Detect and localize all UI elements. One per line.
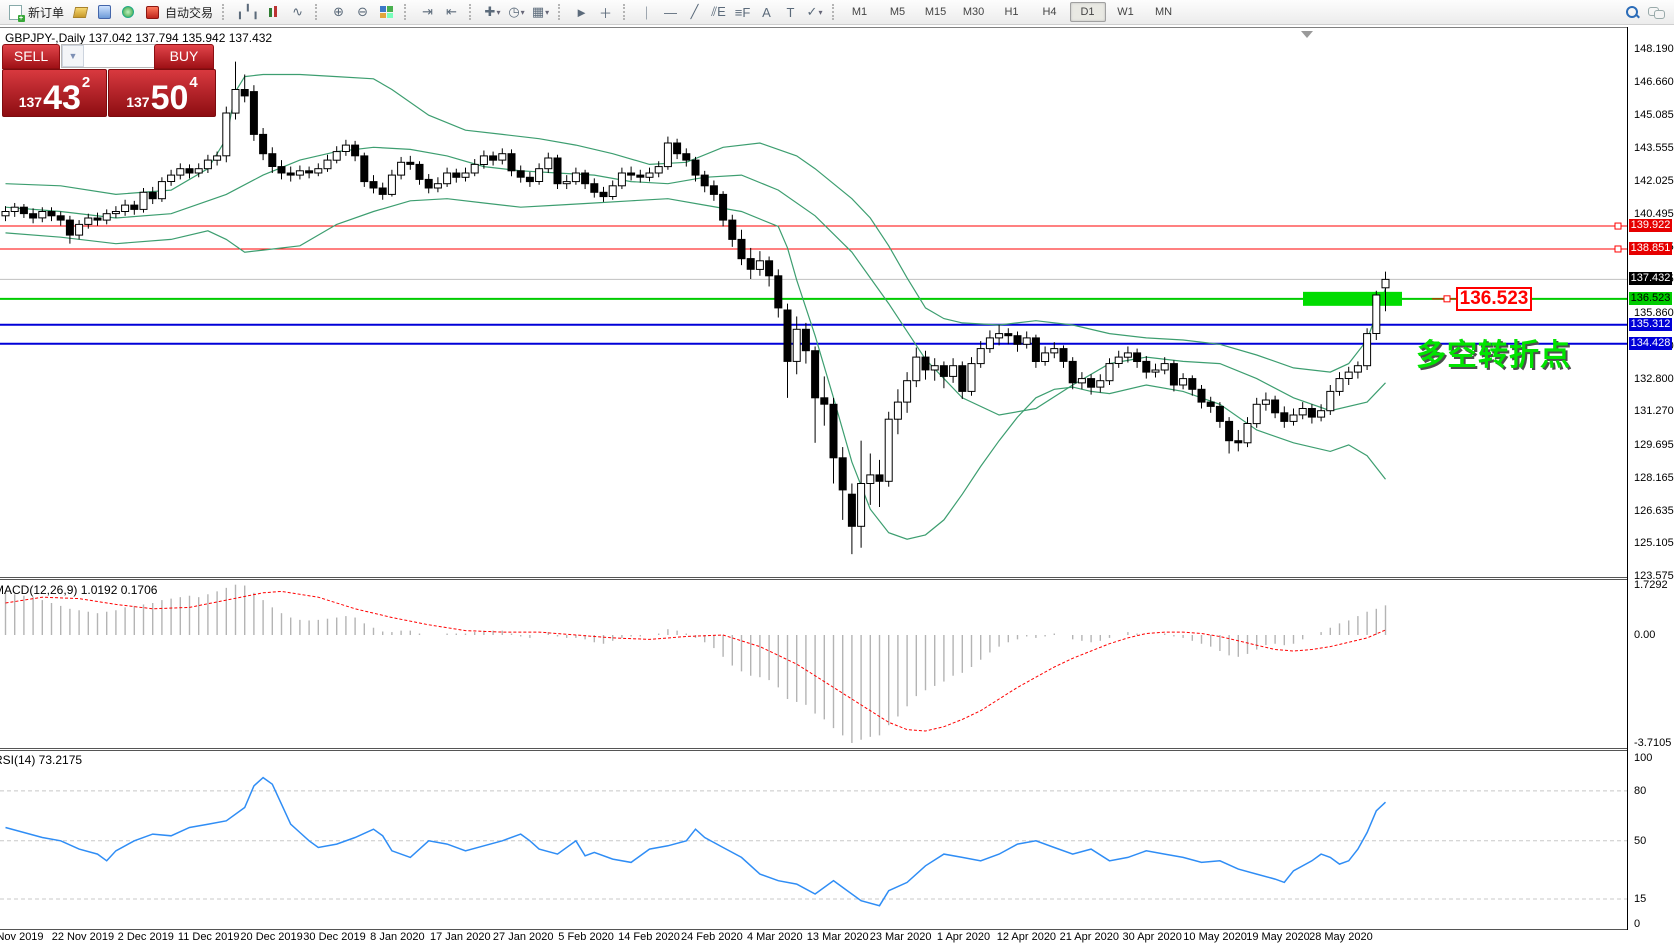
price-badge: 136.523 — [1629, 292, 1672, 305]
sell-price-display[interactable]: 137432 — [2, 69, 107, 117]
rsi-axis-tick: 50 — [1634, 835, 1646, 847]
date-axis-label: 1 Apr 2020 — [937, 931, 990, 943]
date-axis-label: 17 Jan 2020 — [430, 931, 491, 943]
rsi-pane-label: RSI(14) 73.2175 — [0, 753, 82, 767]
date-axis-label: 21 Apr 2020 — [1060, 931, 1119, 943]
one-click-trading-panel: SELL ▼ 1.00 ▲ BUY 137432 137504 — [2, 44, 214, 112]
date-axis-label: 8 Jan 2020 — [370, 931, 424, 943]
rsi-axis-tick: 15 — [1634, 893, 1646, 905]
buy-price-figure: 137 — [126, 94, 149, 110]
date-axis-label: 5 Feb 2020 — [558, 931, 614, 943]
rsi-axis-tick: 80 — [1634, 785, 1646, 797]
date-axis-label: Nov 2019 — [0, 931, 44, 943]
mt4-window: +新订单自动交易╻╹╻∿⊕⊖⇥⇤✚▾◷▾▦▾►＋｜—╱⫽E≡FAT✓▾ M1M5… — [0, 0, 1674, 944]
price-axis-tick: 148.190 — [1634, 43, 1674, 55]
date-axis-label: 12 Apr 2020 — [997, 931, 1056, 943]
date-axis-label: 19 May 2020 — [1246, 931, 1310, 943]
price-axis-tick: 126.635 — [1634, 505, 1674, 517]
price-badge: 138.851 — [1629, 242, 1672, 255]
buy-button[interactable]: BUY — [154, 44, 214, 69]
macd-axis-tick: -3.7105 — [1634, 737, 1671, 749]
date-axis-label: 10 May 2020 — [1183, 931, 1247, 943]
macd-axis-tick: 0.00 — [1634, 629, 1655, 641]
price-badge: 139.922 — [1629, 219, 1672, 232]
date-axis-label: 30 Apr 2020 — [1123, 931, 1182, 943]
date-axis-label: 13 Mar 2020 — [807, 931, 869, 943]
price-axis-tick: 146.660 — [1634, 76, 1674, 88]
date-axis-label: 11 Dec 2019 — [178, 931, 240, 943]
price-badge: 134.428 — [1629, 337, 1672, 350]
date-axis-label: 4 Mar 2020 — [747, 931, 803, 943]
price-axis-tick: 145.085 — [1634, 109, 1674, 121]
date-axis-label: 14 Feb 2020 — [618, 931, 680, 943]
buy-price-display[interactable]: 137504 — [108, 69, 216, 117]
price-axis-tick: 132.800 — [1634, 373, 1674, 385]
price-axis-tick: 128.165 — [1634, 472, 1674, 484]
price-axis-tick: 129.695 — [1634, 439, 1674, 451]
price-axis-tick: 131.270 — [1634, 405, 1674, 417]
volume-decrease-button[interactable]: ▼ — [62, 45, 84, 67]
date-axis-label: 23 Mar 2020 — [870, 931, 932, 943]
date-axis-label: 27 Jan 2020 — [493, 931, 554, 943]
price-badge: 135.312 — [1629, 318, 1672, 331]
chart-canvas[interactable] — [0, 0, 1674, 944]
turning-point-annotation[interactable]: 多空转折点 — [1416, 330, 1571, 374]
rsi-axis-tick: 0 — [1634, 918, 1640, 930]
date-axis-label: 28 May 2020 — [1309, 931, 1373, 943]
price-axis[interactable]: 148.190 146.660 145.085 143.555 142.025 140.4… — [1628, 27, 1674, 944]
date-axis[interactable]: Nov 2019 22 Nov 2019 2 Dec 2019 11 Dec 2019… — [0, 930, 1628, 944]
sell-price-figure: 137 — [19, 94, 42, 110]
macd-pane-label: MACD(12,26,9) 1.0192 0.1706 — [0, 583, 157, 597]
date-axis-label: 20 Dec 2019 — [240, 931, 302, 943]
rsi-axis-tick: 100 — [1634, 752, 1652, 764]
price-label-annotation[interactable]: 136.523 — [1456, 287, 1532, 311]
date-axis-label: 24 Feb 2020 — [681, 931, 743, 943]
date-axis-label: 2 Dec 2019 — [118, 931, 174, 943]
date-axis-label: 22 Nov 2019 — [52, 931, 114, 943]
symbol-header: GBPJPY-,Daily 137.042 137.794 135.942 13… — [5, 31, 272, 45]
price-badge: 137.432 — [1629, 272, 1672, 285]
price-axis-tick: 125.105 — [1634, 537, 1674, 549]
price-axis-tick: 143.555 — [1634, 142, 1674, 154]
sell-button[interactable]: SELL — [2, 44, 60, 69]
date-axis-label: 30 Dec 2019 — [303, 931, 365, 943]
macd-axis-tick: 1.7292 — [1634, 579, 1668, 591]
price-axis-tick: 140.495 — [1634, 208, 1674, 220]
price-axis-tick: 142.025 — [1634, 175, 1674, 187]
